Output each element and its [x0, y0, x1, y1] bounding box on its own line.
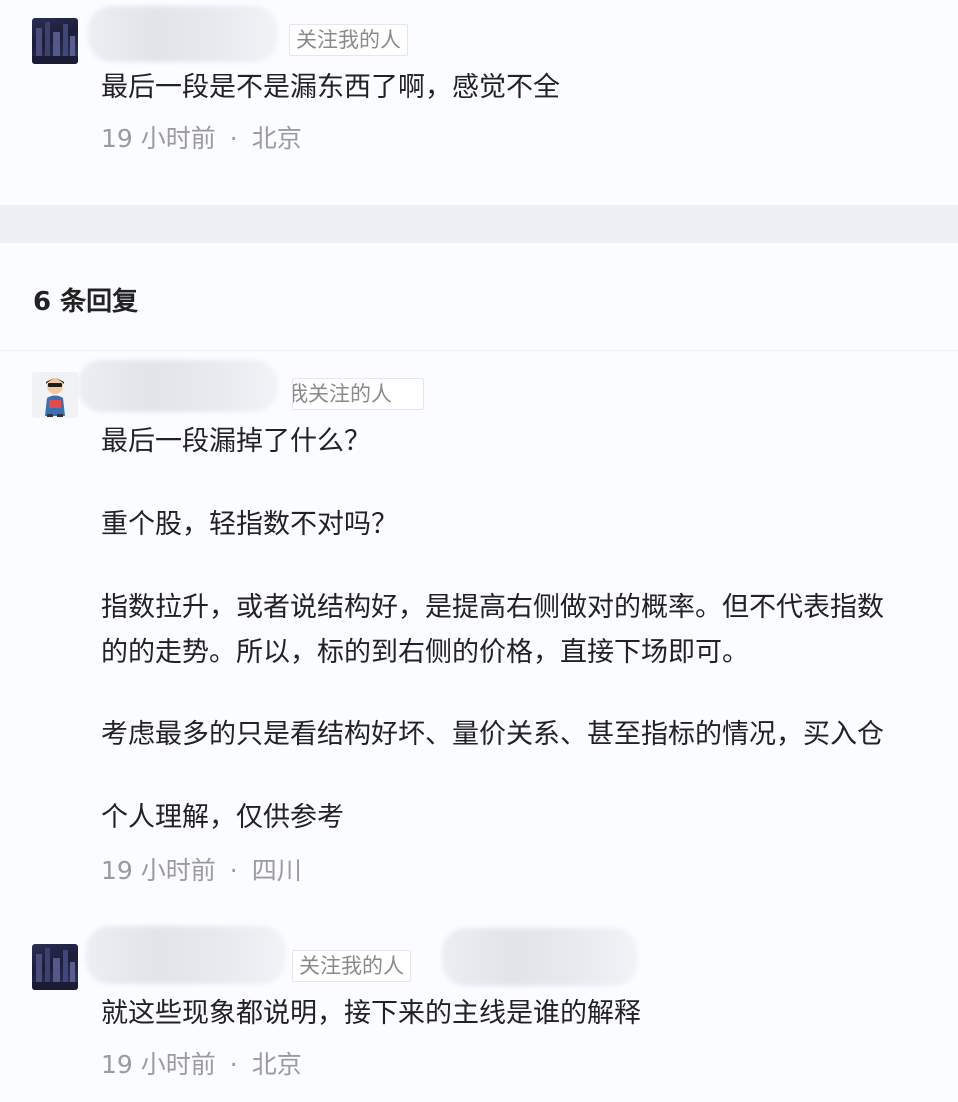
user-avatar-icon [32, 948, 78, 990]
reply-paragraph: 最后一段漏掉了什么？ [101, 426, 371, 457]
user-avatar[interactable] [32, 372, 78, 418]
follow-tag: 关注我的人 [289, 24, 408, 56]
username-blurred[interactable] [78, 360, 278, 412]
comment-location: 北京 [251, 124, 302, 153]
section-divider [0, 205, 958, 243]
reply-time: 19 小时前 [101, 856, 216, 885]
reply-meta: 19 小时前 · 四川 [101, 856, 302, 886]
reply-meta: 19 小时前 · 北京 [101, 1050, 302, 1080]
meta-separator: · [229, 124, 238, 153]
follow-tag: 我关注的人 [292, 378, 424, 410]
reply-paragraph: 指数拉升，或者说结构好，是提高右侧做对的概率。但不代表指数 [101, 592, 884, 623]
meta-separator: · [229, 856, 238, 885]
reply-location: 北京 [251, 1050, 302, 1079]
user-avatar-icon [32, 22, 78, 64]
reply-target-blurred[interactable] [442, 928, 638, 986]
comment-text: 最后一段是不是漏东西了啊，感觉不全 [101, 72, 560, 103]
username-blurred[interactable] [86, 926, 286, 984]
user-avatar[interactable] [32, 18, 78, 64]
comment-time: 19 小时前 [101, 124, 216, 153]
user-avatar[interactable] [32, 944, 78, 990]
reply-text: 就这些现象都说明，接下来的主线是谁的解释 [101, 998, 641, 1029]
follow-tag: 关注我的人 [292, 950, 411, 982]
reply-time: 19 小时前 [101, 1050, 216, 1079]
comment-meta: 19 小时前 · 北京 [101, 124, 302, 154]
username-blurred[interactable] [88, 6, 278, 62]
replies-header-divider [0, 350, 958, 351]
user-avatar-icon [45, 378, 65, 417]
reply-paragraph: 考虑最多的只是看结构好坏、量价关系、甚至指标的情况，买入仓 [101, 719, 884, 750]
reply-paragraph: 的的走势。所以，标的到右侧的价格，直接下场即可。 [101, 637, 749, 668]
reply-paragraph: 重个股，轻指数不对吗？ [101, 509, 398, 540]
reply-paragraph: 个人理解，仅供参考 [101, 802, 344, 833]
replies-count-title: 6 条回复 [33, 287, 139, 317]
meta-separator: · [229, 1050, 238, 1079]
reply-location: 四川 [251, 856, 302, 885]
